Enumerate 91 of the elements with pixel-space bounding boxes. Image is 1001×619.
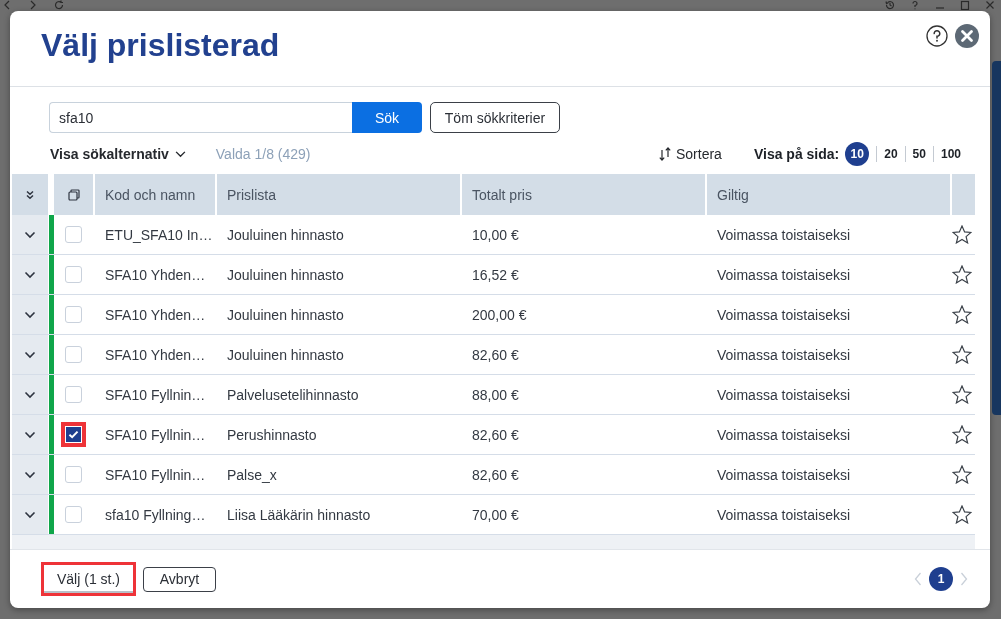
reload-icon[interactable] <box>54 0 64 10</box>
column-header[interactable]: Prislista <box>215 174 460 215</box>
price-list-name: Jouluinen hinnasto <box>226 345 345 365</box>
star-icon[interactable] <box>952 385 972 404</box>
price-list-name: Palse_x <box>226 465 278 485</box>
page-button[interactable]: 1 <box>929 567 953 591</box>
product-name: SFA10 Fyllnin… <box>104 465 207 485</box>
validity-text: Voimassa toistaiseksi <box>716 425 852 445</box>
price-list-name: Liisa Lääkärin hinnasto <box>226 505 372 525</box>
search-field[interactable]: sfa10 <box>49 102 352 133</box>
price-list-name: Jouluinen hinnasto <box>226 265 345 285</box>
total-price: 88,00 € <box>471 385 520 405</box>
selection-count: Valda 1/8 (429) <box>215 146 311 162</box>
total-price: 10,00 € <box>471 225 520 245</box>
expand-row-button[interactable] <box>12 215 48 254</box>
expand-row-button[interactable] <box>12 455 48 494</box>
chevron-down-icon <box>24 310 36 319</box>
star-icon[interactable] <box>952 345 972 364</box>
validity-text: Voimassa toistaiseksi <box>716 305 852 325</box>
total-price: 70,00 € <box>471 505 520 525</box>
clear-criteria-button[interactable]: Töm sökkriterier <box>430 102 560 133</box>
product-name: SFA10 Yhden… <box>104 265 207 285</box>
product-name: SFA10 Fyllnin… <box>104 385 207 405</box>
search-button[interactable]: Sök <box>352 102 422 133</box>
expand-row-button[interactable] <box>12 295 48 334</box>
validity-text: Voimassa toistaiseksi <box>716 465 852 485</box>
page-size-option[interactable]: 10 <box>845 142 870 166</box>
validity-text: Voimassa toistaiseksi <box>716 225 852 245</box>
validity-text: Voimassa toistaiseksi <box>716 505 852 525</box>
expand-row-button[interactable] <box>12 375 48 414</box>
validity-text: Voimassa toistaiseksi <box>716 385 852 405</box>
total-price: 82,60 € <box>471 345 520 365</box>
chevron-down-icon <box>24 470 36 479</box>
product-name: SFA10 Yhden… <box>104 345 207 365</box>
price-list-name: Palvelusetelihinnasto <box>226 385 360 405</box>
price-list-name: Perushinnasto <box>226 425 318 445</box>
star-icon[interactable] <box>952 425 972 444</box>
search-options-toggle[interactable]: Visa sökalternativ <box>49 146 186 162</box>
column-header[interactable]: Giltig <box>705 174 950 215</box>
page-size-option[interactable]: 100 <box>940 142 961 166</box>
history-icon[interactable] <box>885 0 895 10</box>
double-chevron-down-icon <box>25 189 35 200</box>
column-header[interactable]: Totalt pris <box>460 174 705 215</box>
empty-column-header <box>950 174 975 215</box>
price-list-name: Jouluinen hinnasto <box>226 305 345 325</box>
sort-button[interactable]: Sortera <box>658 146 722 162</box>
dialog-title: Välj prislisterad <box>41 26 280 65</box>
page-size-option[interactable]: 50 <box>912 142 926 166</box>
product-name: SFA10 Yhden… <box>104 305 207 325</box>
chevron-down-icon <box>24 270 36 279</box>
validity-text: Voimassa toistaiseksi <box>716 265 852 285</box>
star-icon[interactable] <box>952 505 972 524</box>
star-icon[interactable] <box>952 465 972 484</box>
close-icon[interactable] <box>985 0 995 10</box>
expand-row-button[interactable] <box>12 495 48 534</box>
maximize-icon[interactable] <box>960 0 970 10</box>
back-icon[interactable] <box>2 0 12 10</box>
page-size-option[interactable]: 20 <box>884 142 898 166</box>
total-price: 82,60 € <box>471 425 520 445</box>
chevron-down-icon <box>24 390 36 399</box>
sort-icon <box>658 147 672 161</box>
horizontal-scrollbar-track[interactable] <box>12 535 975 549</box>
total-price: 200,00 € <box>471 305 528 325</box>
expand-row-button[interactable] <box>12 255 48 294</box>
page-size-label: Visa på sida: <box>753 146 840 162</box>
product-name: ETU_SFA10 In… <box>104 225 214 245</box>
product-name: SFA10 Fyllnin… <box>104 425 207 445</box>
total-price: 16,52 € <box>471 265 520 285</box>
star-icon[interactable] <box>952 225 972 244</box>
column-header[interactable]: Kod och namn <box>93 174 215 215</box>
total-price: 82,60 € <box>471 465 520 485</box>
copy-icon[interactable] <box>67 188 80 201</box>
cancel-button[interactable]: Avbryt <box>143 566 216 592</box>
chevron-down-icon <box>24 230 36 239</box>
close-icon[interactable] <box>955 24 979 48</box>
product-name: sfa10 Fyllning… <box>104 505 207 525</box>
select-button[interactable]: Välj (1 st.) <box>41 562 136 596</box>
validity-text: Voimassa toistaiseksi <box>716 345 852 365</box>
price-list-name: Jouluinen hinnasto <box>226 225 345 245</box>
checkbox[interactable] <box>61 422 86 447</box>
star-icon[interactable] <box>952 305 972 324</box>
forward-icon[interactable] <box>28 0 38 10</box>
chevron-down-icon <box>24 350 36 359</box>
expand-row-button[interactable] <box>12 335 48 374</box>
expand-row-button[interactable] <box>12 415 48 454</box>
check-icon <box>68 430 79 439</box>
star-icon[interactable] <box>952 265 972 284</box>
chevron-down-icon <box>24 510 36 519</box>
chevron-down-icon <box>24 430 36 439</box>
expand-all-button[interactable] <box>12 174 48 215</box>
help-icon[interactable] <box>926 25 948 47</box>
